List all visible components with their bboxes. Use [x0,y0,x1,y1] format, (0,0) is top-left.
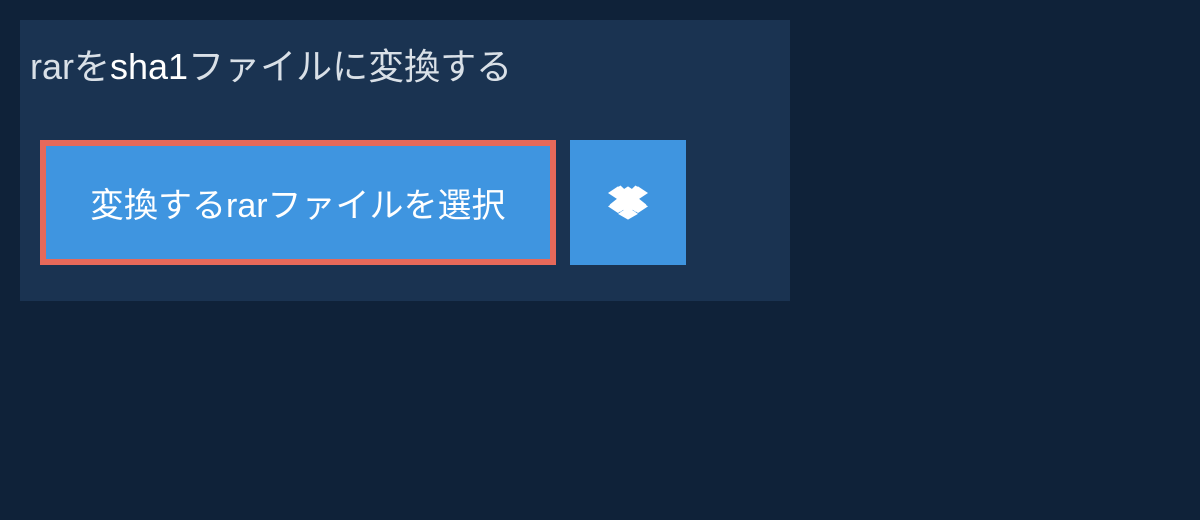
title-wrapper: rarをsha1ファイルに変換する [20,20,552,108]
page-title: rarをsha1ファイルに変換する [20,20,522,108]
title-prefix: rar [30,46,74,87]
title-middle: を [74,46,110,87]
converter-panel: rarをsha1ファイルに変換する 変換するrarファイルを選択 [20,20,790,301]
title-suffix: ファイルに変換する [188,46,512,87]
button-row: 変換するrarファイルを選択 [20,108,790,301]
select-button-wrapper: 変換するrarファイルを選択 [40,140,556,265]
dropbox-button[interactable] [570,140,686,265]
select-file-label: 変換するrarファイルを選択 [90,187,506,225]
dropbox-icon [608,183,648,223]
title-highlight: sha1 [110,46,188,87]
select-file-button[interactable]: 変換するrarファイルを選択 [46,146,550,259]
